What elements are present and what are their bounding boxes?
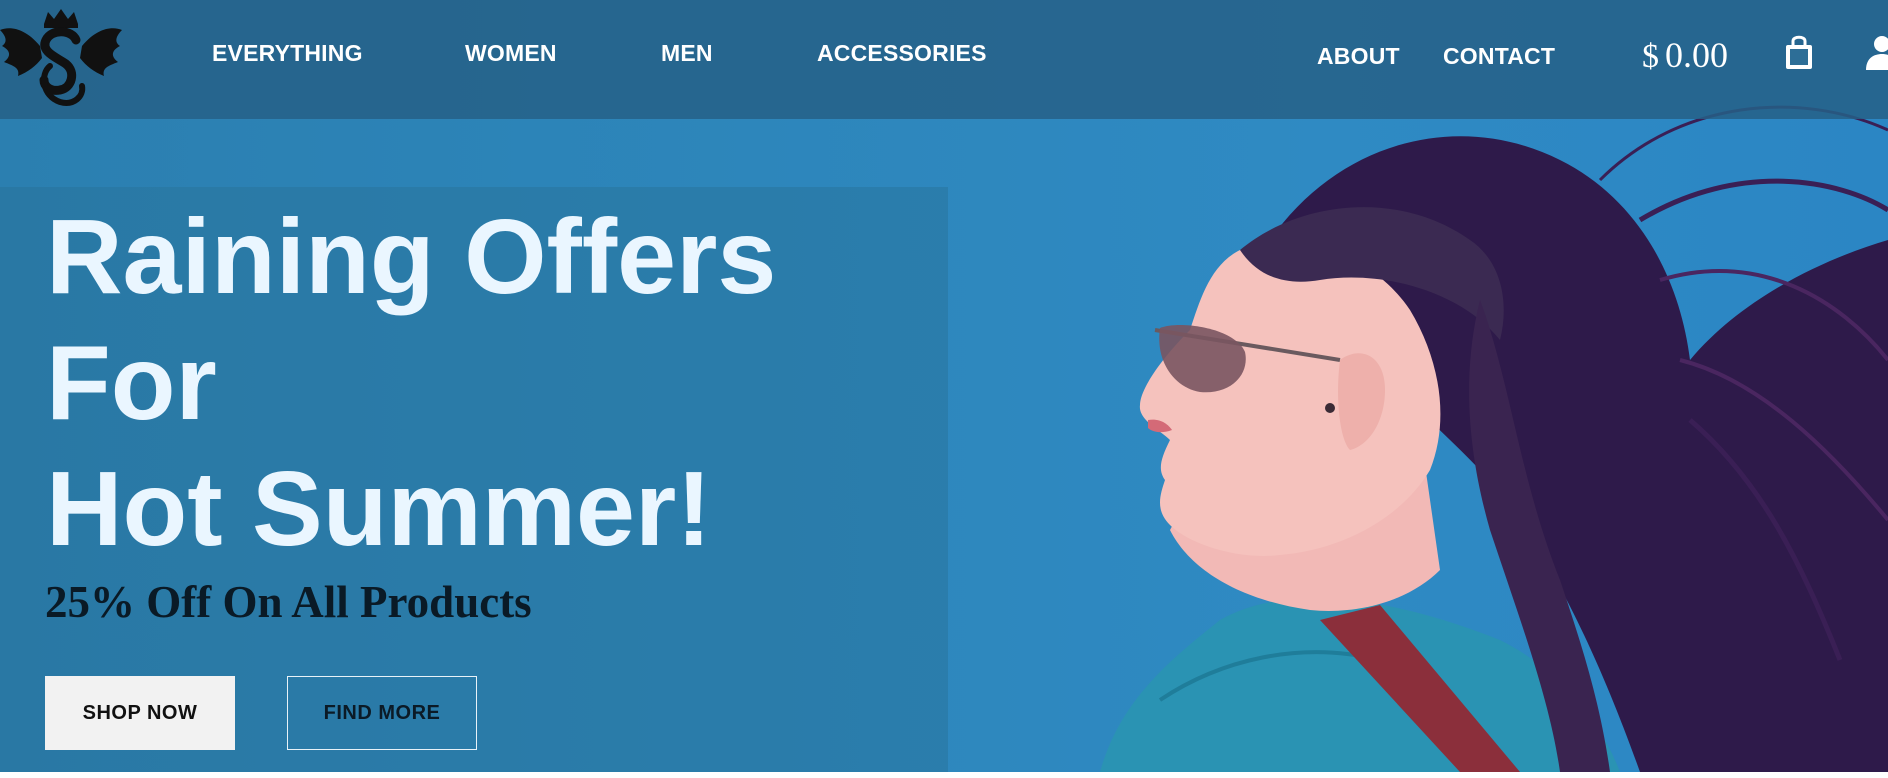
headline-line-2: For bbox=[46, 324, 217, 442]
cart-currency: $ bbox=[1642, 38, 1659, 75]
nav-accessories[interactable]: ACCESSORIES bbox=[817, 40, 987, 67]
nav-everything[interactable]: EVERYTHING bbox=[212, 40, 363, 67]
find-more-button[interactable]: FIND MORE bbox=[287, 676, 477, 750]
nav-about[interactable]: ABOUT bbox=[1317, 43, 1400, 70]
hero-banner: Raining Offers For Hot Summer! 25% Off O… bbox=[0, 0, 1888, 772]
nav-women[interactable]: WOMEN bbox=[465, 40, 557, 67]
winged-s-crest-logo[interactable] bbox=[0, 6, 122, 110]
headline-line-1: Raining Offers bbox=[46, 198, 777, 316]
nav-contact[interactable]: CONTACT bbox=[1443, 43, 1555, 70]
cart-total[interactable]: $0.00 bbox=[1642, 34, 1728, 76]
hero-subheadline: 25% Off On All Products bbox=[45, 577, 532, 627]
cart-amount: 0.00 bbox=[1665, 35, 1728, 75]
headline-line-3: Hot Summer! bbox=[46, 450, 712, 568]
hero-headline: Raining Offers For Hot Summer! bbox=[46, 194, 776, 572]
site-header: EVERYTHING WOMEN MEN ACCESSORIES ABOUT C… bbox=[0, 0, 1888, 119]
shopping-bag-icon[interactable] bbox=[1784, 33, 1814, 71]
shop-now-button[interactable]: SHOP NOW bbox=[45, 676, 235, 750]
nav-men[interactable]: MEN bbox=[661, 40, 713, 67]
user-icon[interactable] bbox=[1866, 34, 1888, 70]
hero-model-image bbox=[1100, 105, 1888, 772]
